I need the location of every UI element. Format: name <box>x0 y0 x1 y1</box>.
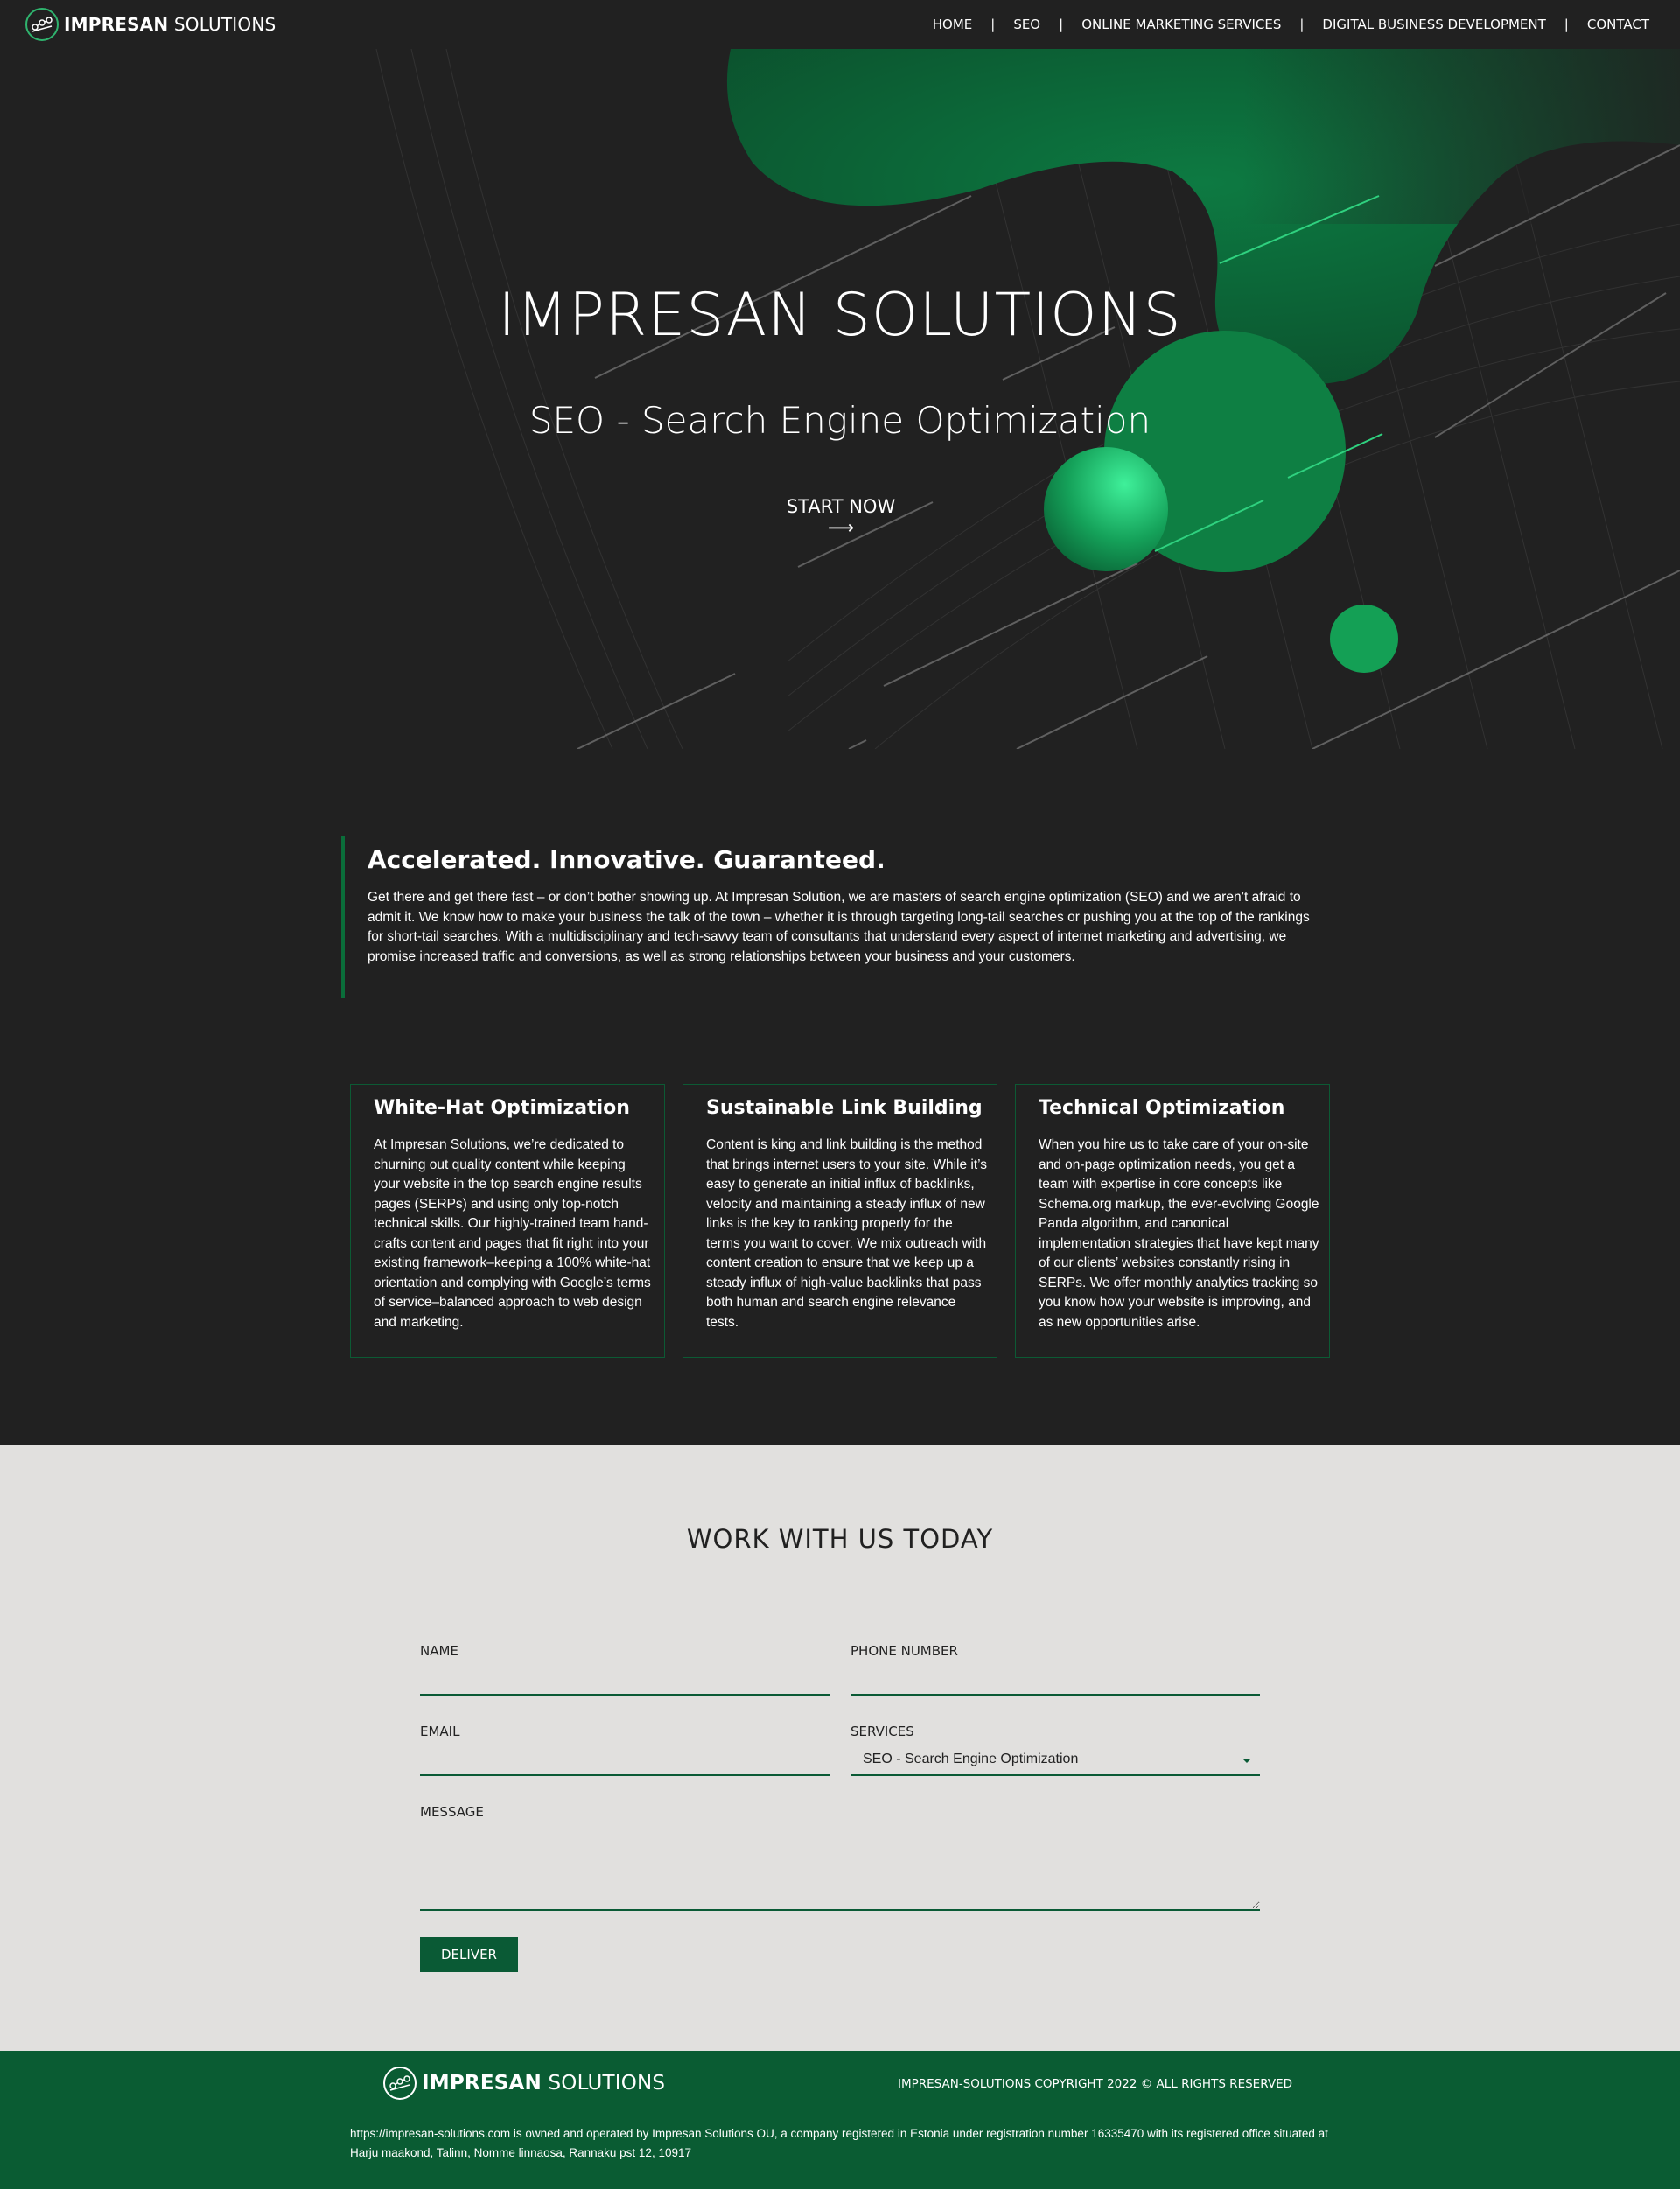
card-body: At Impresan Solutions, we’re dedicated t… <box>374 1137 651 1330</box>
top-navigation: IMPRESAN SOLUTIONS HOME | SEO | ONLINE M… <box>0 0 1680 49</box>
logo-network-icon <box>25 8 59 41</box>
copyright-text: IMPRESAN-SOLUTIONS COPYRIGHT 2022 © ALL … <box>898 2077 1292 2091</box>
nav-separator: | <box>1059 17 1064 32</box>
nav-separator: | <box>1564 17 1569 32</box>
footer-logo[interactable]: IMPRESAN SOLUTIONS <box>383 2067 665 2100</box>
card-body: Content is king and link building is the… <box>706 1137 988 1330</box>
name-field: NAME <box>420 1643 830 1696</box>
brand-name: IMPRESAN SOLUTIONS <box>64 14 276 35</box>
message-field: MESSAGE <box>420 1804 1260 1915</box>
footer: IMPRESAN SOLUTIONS IMPRESAN-SOLUTIONS CO… <box>0 2051 1680 2189</box>
card-title: Technical Optimization <box>1039 1097 1285 1119</box>
chevron-down-icon <box>1242 1759 1251 1763</box>
intro-body: Get there and get there fast – or don’t … <box>368 890 1310 964</box>
nav-contact[interactable]: CONTACT <box>1587 17 1649 32</box>
hero-section: IMPRESAN SOLUTIONS SEO - Search Engine O… <box>0 49 1680 749</box>
service-cards: White-Hat Optimization At Impresan Solut… <box>350 1084 1330 1358</box>
nav-home[interactable]: HOME <box>933 17 973 32</box>
hero-title: IMPRESAN SOLUTIONS <box>498 281 1182 350</box>
services-field: SERVICES SEO - Search Engine Optimizatio… <box>850 1724 1260 1776</box>
card-body: When you hire us to take care of your on… <box>1039 1137 1320 1330</box>
email-field: EMAIL <box>420 1724 830 1776</box>
email-input[interactable] <box>420 1746 830 1776</box>
message-label: MESSAGE <box>420 1804 484 1820</box>
message-textarea[interactable] <box>420 1827 1260 1911</box>
main-menu: HOME | SEO | ONLINE MARKETING SERVICES |… <box>933 0 1649 49</box>
name-label: NAME <box>420 1643 458 1659</box>
nav-separator: | <box>990 17 996 32</box>
brand-name-light: SOLUTIONS <box>548 2072 666 2095</box>
hero-subtitle: SEO - Search Engine Optimization <box>528 399 1152 442</box>
card-technical-optimization: Technical Optimization When you hire us … <box>1015 1084 1330 1358</box>
nav-seo[interactable]: SEO <box>1013 17 1040 32</box>
card-title: White-Hat Optimization <box>374 1097 630 1119</box>
nav-online-marketing-services[interactable]: ONLINE MARKETING SERVICES <box>1082 17 1281 32</box>
contact-heading: WORK WITH US TODAY <box>686 1524 994 1554</box>
services-select[interactable]: SEO - Search Engine Optimization <box>850 1746 1260 1776</box>
services-label: SERVICES <box>850 1724 914 1739</box>
nav-digital-business-development[interactable]: DIGITAL BUSINESS DEVELOPMENT <box>1322 17 1545 32</box>
phone-label: PHONE NUMBER <box>850 1643 958 1659</box>
legal-text: https://impresan-solutions.com is owned … <box>350 2127 1328 2159</box>
contact-section: WORK WITH US TODAY NAME PHONE NUMBER EMA… <box>0 1445 1680 2051</box>
brand-name-light: SOLUTIONS <box>173 14 276 35</box>
card-title: Sustainable Link Building <box>706 1097 983 1119</box>
footer-brand-name: IMPRESAN SOLUTIONS <box>422 2072 665 2095</box>
phone-field: PHONE NUMBER <box>850 1643 1260 1696</box>
deliver-button[interactable]: DELIVER <box>420 1937 518 1972</box>
brand-name-bold: IMPRESAN <box>64 14 169 35</box>
intro-heading: Accelerated. Innovative. Guaranteed. <box>368 845 886 874</box>
card-sustainable-link-building: Sustainable Link Building Content is kin… <box>682 1084 998 1358</box>
start-now-button[interactable]: START NOW ⟶ <box>777 496 905 538</box>
intro-section: Accelerated. Innovative. Guaranteed. Get… <box>341 836 1321 998</box>
services-selected-value: SEO - Search Engine Optimization <box>863 1752 1079 1766</box>
logo-network-icon <box>383 2067 416 2100</box>
brand-logo[interactable]: IMPRESAN SOLUTIONS <box>25 8 276 41</box>
name-input[interactable] <box>420 1666 830 1696</box>
phone-input[interactable] <box>850 1666 1260 1696</box>
email-label: EMAIL <box>420 1724 460 1739</box>
card-white-hat-optimization: White-Hat Optimization At Impresan Solut… <box>350 1084 665 1358</box>
brand-name-bold: IMPRESAN <box>422 2072 542 2095</box>
nav-separator: | <box>1299 17 1305 32</box>
